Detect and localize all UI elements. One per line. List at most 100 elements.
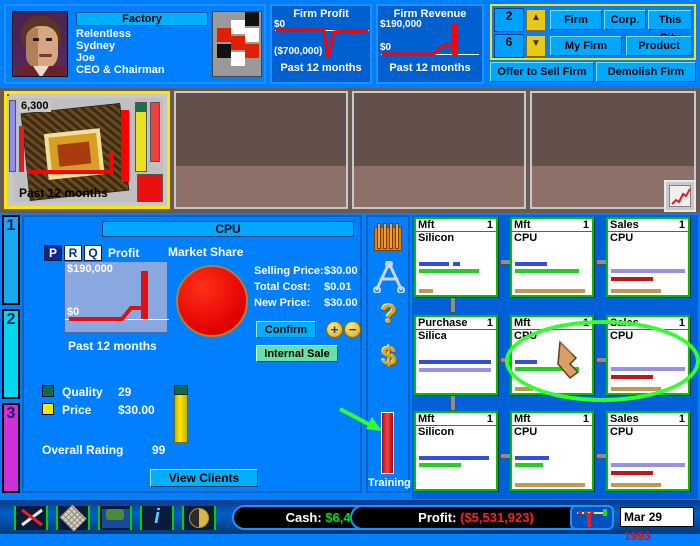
grid-cell[interactable]: Mft 1 Silicon	[414, 217, 498, 297]
cash-label: Cash:	[285, 510, 322, 525]
date-day: 29	[648, 510, 663, 524]
tab-revenue-r[interactable]: R	[64, 245, 82, 261]
sidebar-tab-1[interactable]: 1	[2, 215, 20, 305]
profit-label: Profit	[108, 246, 140, 260]
new-price-label: New Price:	[254, 297, 311, 309]
quality-label: Quality	[62, 385, 103, 399]
cell-count: 1	[486, 413, 493, 425]
price-swatch	[42, 403, 54, 415]
demolish-firm-button[interactable]: Demolish Firm	[596, 62, 696, 82]
grid-cell[interactable]: Sales 1 CPU	[606, 217, 690, 297]
graph-button[interactable]	[570, 505, 614, 530]
filter-this-city-button[interactable]: This City	[648, 10, 692, 44]
firm-action-buttons: Offer to Sell Firm Demolish Firm	[490, 62, 696, 84]
rating-gauge-cap	[174, 385, 188, 395]
confirm-button[interactable]: Confirm	[256, 321, 316, 338]
map-grid-icon[interactable]	[56, 504, 90, 532]
product-title: CPU	[102, 221, 354, 237]
firm-revenue-plot: $190,000 $0	[378, 19, 482, 62]
filter-corp-button[interactable]: Corp.	[604, 10, 646, 30]
firm-profit-ymin: ($700,000)	[274, 46, 323, 57]
cell-count: 1	[582, 317, 589, 329]
bay-bar-red-small	[19, 126, 24, 172]
bay-bar-blue	[9, 100, 16, 172]
books-icon[interactable]	[374, 223, 404, 253]
cell-type: Sales 1	[608, 413, 688, 426]
grid-cell[interactable]: Mft 1 Silicon	[414, 411, 498, 491]
cell-type: Sales 1	[608, 219, 688, 232]
grid-cell[interactable]: Sales 1 CPU	[606, 315, 690, 395]
price-label: Price	[62, 403, 92, 417]
grid-cell[interactable]: Mft 1 CPU	[510, 411, 594, 491]
firm-revenue-footer: Past 12 months	[389, 62, 471, 74]
cell-product: Silicon	[418, 426, 455, 438]
cell-count: 1	[582, 413, 589, 425]
dollar-sign-icon[interactable]: $	[372, 341, 406, 372]
tab-profit-p[interactable]: P	[44, 245, 62, 261]
question-mark-icon[interactable]: ?	[372, 299, 406, 330]
price-value: $30.00	[118, 403, 155, 417]
world-map-icon[interactable]	[98, 506, 132, 530]
info-icon[interactable]: i	[140, 506, 174, 530]
thumbnail-footer: Past 12 months	[19, 186, 108, 200]
clock-icon[interactable]	[182, 506, 216, 530]
firm-revenue-ymax: $190,000	[380, 19, 422, 30]
cell-product: Silica	[418, 330, 447, 342]
cell-type: Mft 1	[512, 413, 592, 426]
price-increase-button[interactable]: +	[326, 321, 343, 338]
grid-cell[interactable]: Purchase 1 Silica	[414, 315, 498, 395]
firm-profit-chart[interactable]: Firm Profit $0 ($700,000) Past 12 months	[270, 4, 372, 84]
view-controls-panel: 2 ▲ Firm Corp. This City 6 ▼ My Firm Pro…	[490, 4, 696, 60]
cell-product: CPU	[610, 330, 634, 342]
firm-profit-title: Firm Profit	[293, 8, 349, 20]
product-detail-panel: CPU P R Q Profit $190,000 $0 Past 12 mon…	[22, 215, 362, 493]
grid-cell[interactable]: Sales 1 CPU	[606, 411, 690, 491]
sidebar-tab-2[interactable]: 2	[2, 309, 20, 399]
ladder-a-icon[interactable]	[372, 260, 406, 294]
filter-firm-button[interactable]: Firm	[550, 10, 602, 30]
internal-sale-button[interactable]: Internal Sale	[256, 345, 338, 362]
game-date: Mar 29 1993	[620, 507, 694, 543]
scroll-up-button[interactable]: ▲	[526, 9, 546, 31]
offer-to-sell-firm-button[interactable]: Offer to Sell Firm	[490, 62, 594, 82]
factory-bay-strip: 6,300 Past 12 months	[0, 88, 700, 213]
status-bar: i Cash: $6,447,796 Profit: ($5,531,923) …	[0, 500, 700, 543]
cell-type: Mft 1	[512, 219, 592, 232]
factory-bay-empty-2[interactable]	[352, 91, 526, 209]
bay-bar-green-cap	[135, 102, 147, 112]
factory-bay-active[interactable]: 6,300 Past 12 months	[4, 91, 170, 209]
selling-price-value: $30.00	[324, 265, 358, 277]
product-button[interactable]: Product	[626, 36, 692, 56]
main-content: 1 2 3 CPU P R Q Profit $190,000 $0 Past …	[0, 213, 700, 500]
my-firm-button[interactable]: My Firm	[550, 36, 622, 56]
cube-logo	[212, 11, 262, 77]
tools-icon[interactable]	[14, 506, 48, 530]
bay-bar-yellow	[135, 102, 147, 172]
cell-type: Sales 1	[608, 317, 688, 330]
date-year: 1993	[624, 529, 651, 543]
thumbnail-value: 6,300	[19, 100, 51, 112]
price-decrease-button[interactable]: −	[344, 321, 361, 338]
line-chart-icon[interactable]	[664, 180, 696, 212]
view-clients-button[interactable]: View Clients	[150, 469, 258, 487]
total-cost-value: $0.01	[324, 281, 352, 293]
total-cost-label: Total Cost:	[254, 281, 311, 293]
cell-type: Mft 1	[512, 317, 592, 330]
cell-count: 1	[582, 219, 589, 231]
grid-cell[interactable]: Mft 1 CPU	[510, 217, 594, 297]
firm-revenue-chart[interactable]: Firm Revenue $190,000 $0 Past 12 months	[376, 4, 484, 84]
sidebar-tab-3[interactable]: 3	[2, 403, 20, 493]
scroll-down-button[interactable]: ▼	[526, 35, 546, 57]
firm-profit-footer: Past 12 months	[280, 62, 362, 74]
cell-type: Mft 1	[416, 219, 496, 232]
market-share-label: Market Share	[168, 245, 244, 259]
cell-product: CPU	[514, 232, 538, 244]
tab-quality-q[interactable]: Q	[84, 245, 102, 261]
cell-count: 1	[486, 317, 493, 329]
factory-bay-empty-1[interactable]	[174, 91, 348, 209]
quality-swatch	[42, 385, 54, 397]
profit-label: Profit:	[418, 510, 457, 525]
bay-block-red	[137, 174, 163, 202]
profit-display: Profit: ($5,531,923)	[350, 505, 602, 530]
highlight-arrow	[338, 405, 382, 433]
